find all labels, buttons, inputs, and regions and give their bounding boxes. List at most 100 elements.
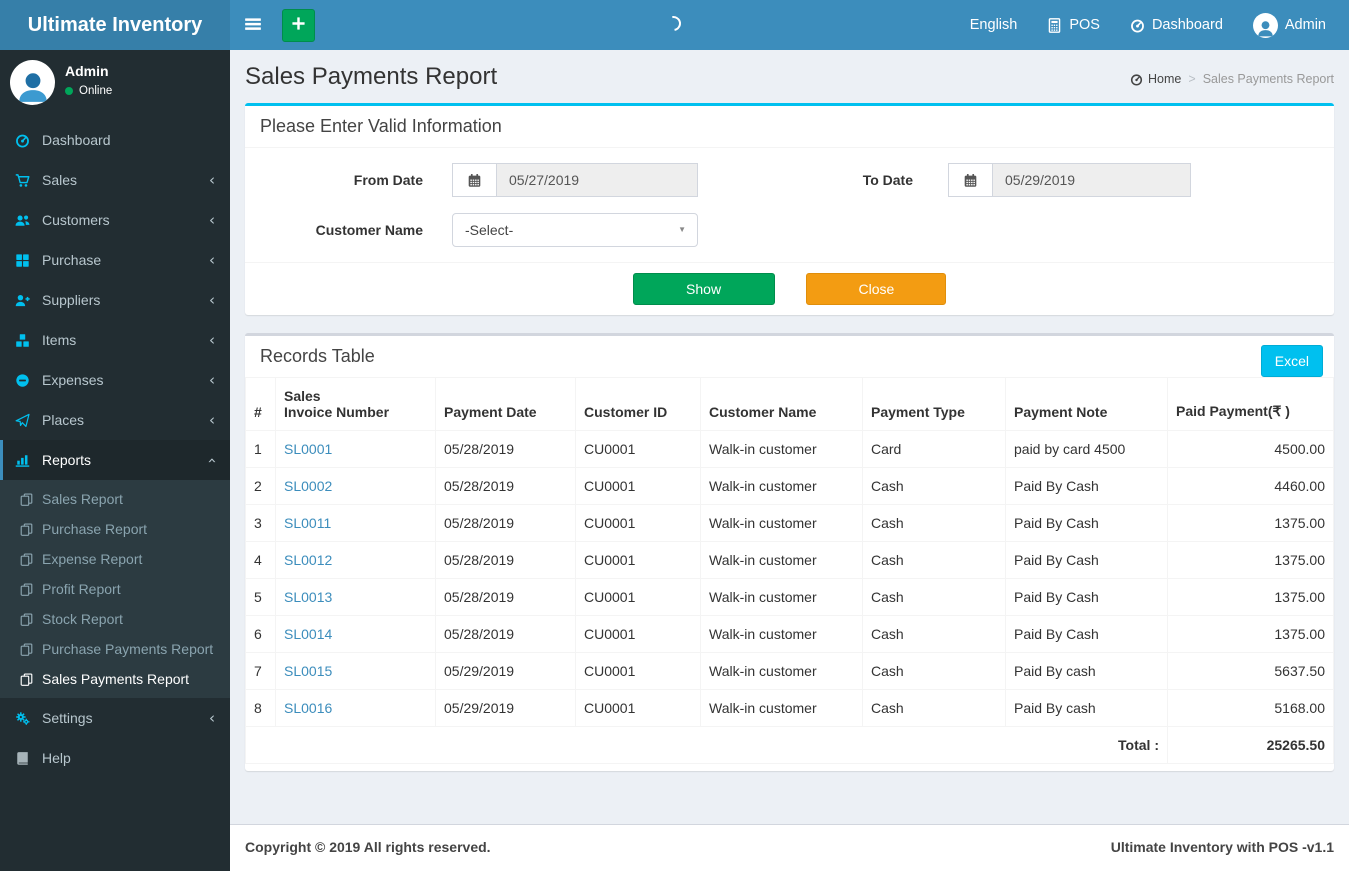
excel-export-button[interactable]: Excel [1260, 345, 1323, 377]
sidebar-item-reports[interactable]: Reports ‹ [0, 440, 230, 480]
sidebar-subitem-stock-report[interactable]: Stock Report [0, 604, 230, 634]
from-date-input[interactable] [496, 163, 698, 197]
column-header-3: Customer ID [575, 377, 701, 431]
chevron-left-icon: ‹ [209, 708, 215, 727]
cell-note: Paid By Cash [1005, 615, 1168, 653]
person-icon [1256, 19, 1275, 38]
online-status-icon [65, 87, 73, 95]
table-row: 6 SL0014 05/28/2019 CU0001 Walk-in customer C… [245, 615, 1334, 653]
content-wrapper: Sales Payments Report Home > Sales Payme… [230, 50, 1349, 824]
app-window: Ultimate Inventory English POS Dashboard… [0, 0, 1349, 871]
cell-customer_name: Walk-in customer [700, 504, 863, 542]
sidebar-subitem-profit-report[interactable]: Profit Report [0, 574, 230, 604]
caret-down-icon: ▼ [678, 225, 686, 234]
invoice-link[interactable]: SL0014 [284, 626, 332, 642]
invoice-link[interactable]: SL0015 [284, 663, 332, 679]
breadcrumb-separator: > [1188, 72, 1196, 86]
person-icon [15, 69, 51, 105]
sidebar-item-purchase[interactable]: Purchase ‹ [0, 240, 230, 280]
cell-amount: 1375.00 [1167, 504, 1334, 542]
sidebar-item-settings[interactable]: Settings ‹ [0, 698, 230, 738]
nav-dashboard-label: Dashboard [1151, 17, 1223, 33]
column-header-5: Payment Type [862, 377, 1006, 431]
user-plus-icon [15, 293, 42, 308]
invoice-link[interactable]: SL0016 [284, 700, 332, 716]
copy-icon [20, 612, 33, 626]
sidebar-item-sales[interactable]: Sales ‹ [0, 160, 230, 200]
cell-customer_name: Walk-in customer [700, 652, 863, 690]
nav-user-label: Admin [1284, 17, 1326, 33]
quick-add-button[interactable] [282, 8, 315, 42]
row-number: 7 [245, 652, 276, 690]
navbar-right-menu: English POS Dashboard Admin [955, 0, 1349, 50]
customer-name-select[interactable]: -Select- ▼ [452, 213, 698, 247]
from-date-group [452, 163, 698, 197]
show-button[interactable]: Show [632, 273, 775, 305]
table-row: 7 SL0015 05/29/2019 CU0001 Walk-in customer C… [245, 652, 1334, 690]
cell-customer_id: CU0001 [575, 504, 701, 542]
sidebar-item-expenses[interactable]: Expenses ‹ [0, 360, 230, 400]
invoice-link[interactable]: SL0013 [284, 589, 332, 605]
calendar-icon [452, 163, 496, 197]
cell-date: 05/28/2019 [435, 430, 576, 468]
sidebar-item-items[interactable]: Items ‹ [0, 320, 230, 360]
users-icon [15, 213, 42, 228]
invoice-cell: SL0011 [275, 504, 436, 542]
cell-date: 05/28/2019 [435, 615, 576, 653]
column-header-7: Paid Payment(₹ ) [1167, 377, 1334, 431]
invoice-link[interactable]: SL0011 [284, 515, 331, 531]
column-header-1: Sales Invoice Number [275, 377, 436, 431]
sidebar-user-name: Admin [65, 63, 109, 79]
sidebar-subitem-sales-report[interactable]: Sales Report [0, 484, 230, 514]
sidebar-toggle-button[interactable] [230, 0, 276, 50]
invoice-link[interactable]: SL0001 [284, 441, 332, 457]
grid-icon [15, 253, 42, 268]
sidebar-item-places[interactable]: Places ‹ [0, 400, 230, 440]
cell-type: Cash [862, 689, 1006, 727]
copy-icon [20, 552, 33, 566]
sidebar-item-suppliers[interactable]: Suppliers ‹ [0, 280, 230, 320]
close-button[interactable]: Close [806, 273, 947, 305]
table-row: 5 SL0013 05/28/2019 CU0001 Walk-in customer C… [245, 578, 1334, 616]
filter-panel-title: Please Enter Valid Information [260, 116, 502, 136]
cell-note: Paid By Cash [1005, 578, 1168, 616]
gears-icon [15, 711, 42, 726]
invoice-cell: SL0014 [275, 615, 436, 653]
row-number: 6 [245, 615, 276, 653]
table-row: 1 SL0001 05/28/2019 CU0001 Walk-in customer C… [245, 430, 1334, 468]
bar-chart-icon [15, 453, 42, 468]
sidebar-subitem-sales-payments-report[interactable]: Sales Payments Report [0, 664, 230, 694]
breadcrumb-home-link[interactable]: Home [1130, 72, 1181, 86]
table-row: 2 SL0002 05/28/2019 CU0001 Walk-in customer C… [245, 467, 1334, 505]
nav-language[interactable]: English [955, 0, 1033, 50]
invoice-link[interactable]: SL0012 [284, 552, 332, 568]
sidebar-subitem-expense-report[interactable]: Expense Report [0, 544, 230, 574]
sidebar-item-dashboard[interactable]: Dashboard [0, 120, 230, 160]
to-date-input[interactable] [992, 163, 1191, 197]
records-panel: Records Table Excel # Sales Invoice Numbe… [245, 333, 1334, 771]
copy-icon [20, 642, 33, 656]
sidebar-item-customers[interactable]: Customers ‹ [0, 200, 230, 240]
invoice-link[interactable]: SL0002 [284, 478, 332, 494]
invoice-cell: SL0016 [275, 689, 436, 727]
cell-amount: 4500.00 [1167, 430, 1334, 468]
sidebar-user-status[interactable]: Online [65, 85, 112, 97]
nav-user-menu[interactable]: Admin [1238, 0, 1341, 50]
total-row: Total :25265.50 [245, 726, 1334, 764]
table-row: 8 SL0016 05/29/2019 CU0001 Walk-in customer C… [245, 689, 1334, 727]
cell-type: Cash [862, 504, 1006, 542]
chevron-left-icon: ‹ [209, 370, 215, 389]
nav-pos[interactable]: POS [1032, 0, 1115, 50]
records-panel-title: Records Table [260, 346, 375, 366]
chevron-down-icon: ‹ [203, 457, 222, 463]
brand-logo[interactable]: Ultimate Inventory [0, 0, 230, 50]
customer-name-label: Customer Name [315, 222, 423, 238]
online-status-label: Online [79, 85, 113, 97]
sidebar-subitem-purchase-report[interactable]: Purchase Report [0, 514, 230, 544]
sidebar-submenu-reports: Sales Report Purchase Report Expense Repor… [0, 480, 230, 698]
nav-dashboard[interactable]: Dashboard [1115, 0, 1238, 50]
sidebar-item-help[interactable]: Help [0, 738, 230, 778]
to-date-label: To Date [862, 172, 913, 188]
cell-customer_id: CU0001 [575, 430, 701, 468]
sidebar-subitem-purchase-payments-report[interactable]: Purchase Payments Report [0, 634, 230, 664]
